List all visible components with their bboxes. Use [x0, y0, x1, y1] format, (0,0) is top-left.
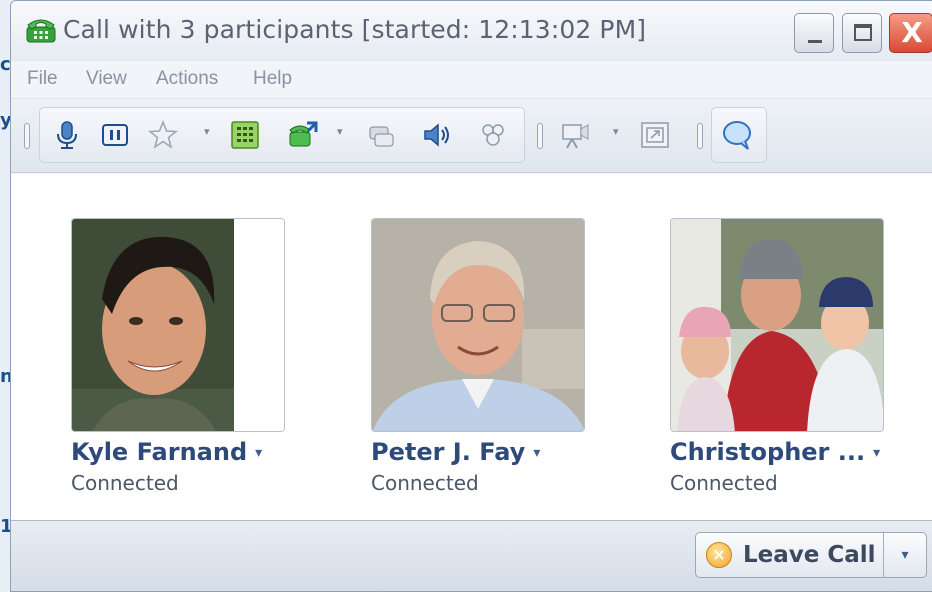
- add-participants-icon[interactable]: [477, 119, 509, 151]
- participant-avatar[interactable]: [670, 218, 884, 432]
- menu-view[interactable]: View: [86, 68, 127, 90]
- participant-card: Christopher ... ▾ Connected: [670, 218, 930, 495]
- participant-name: Peter J. Fay: [371, 438, 526, 466]
- avatar-photo: [372, 219, 584, 431]
- transfer-call-icon[interactable]: [287, 119, 319, 151]
- participant-card: Kyle Farnand ▾ Connected: [71, 218, 331, 495]
- participant-status: Connected: [371, 471, 479, 495]
- participant-dropdown-icon[interactable]: ▾: [255, 445, 262, 461]
- participant-avatar[interactable]: [371, 218, 585, 432]
- menu-file[interactable]: File: [27, 68, 58, 90]
- maximize-button[interactable]: [842, 13, 882, 53]
- close-icon: X: [901, 16, 923, 49]
- toolbar-grip[interactable]: [24, 123, 30, 149]
- speaker-volume-icon[interactable]: [421, 119, 453, 151]
- leave-call-button[interactable]: × Leave Call: [696, 533, 883, 577]
- participant-name-button[interactable]: Peter J. Fay ▾: [371, 438, 631, 466]
- fullscreen-icon[interactable]: [639, 119, 671, 151]
- leave-call-icon: ×: [706, 542, 732, 568]
- participant-name: Kyle Farnand: [71, 438, 248, 466]
- microphone-icon[interactable]: [51, 119, 83, 151]
- favorite-star-icon[interactable]: [147, 119, 179, 151]
- transfer-dropdown-icon[interactable]: ▾: [337, 125, 343, 138]
- leave-call-split-button: × Leave Call ▾: [695, 532, 927, 578]
- participant-name-button[interactable]: Christopher ... ▾: [670, 438, 930, 466]
- participant-card: Peter J. Fay ▾ Connected: [371, 218, 631, 495]
- menu-help[interactable]: Help: [253, 68, 292, 90]
- video-icon[interactable]: [559, 119, 591, 151]
- maximize-icon: [854, 24, 872, 41]
- toolbar: ▾ ▾ ▾: [11, 99, 932, 173]
- participant-dropdown-icon[interactable]: ▾: [533, 445, 540, 461]
- window-title: Call with 3 participants [started: 12:13…: [63, 15, 647, 44]
- minimize-icon: [808, 40, 822, 43]
- leave-call-dropdown-icon[interactable]: ▾: [884, 533, 926, 577]
- call-window: Call with 3 participants [started: 12:13…: [10, 0, 932, 592]
- participant-status: Connected: [670, 471, 778, 495]
- title-bar[interactable]: Call with 3 participants [started: 12:13…: [11, 1, 932, 61]
- hold-icon[interactable]: [99, 119, 131, 151]
- menu-actions[interactable]: Actions: [156, 68, 218, 90]
- leave-call-label: Leave Call: [743, 542, 876, 568]
- toolbar-grip[interactable]: [537, 123, 543, 149]
- video-dropdown-icon[interactable]: ▾: [613, 125, 619, 138]
- avatar-photo: [72, 219, 284, 431]
- participant-name-button[interactable]: Kyle Farnand ▾: [71, 438, 331, 466]
- avatar-photo: [671, 219, 883, 431]
- phone-icon: [26, 19, 56, 43]
- participant-dropdown-icon[interactable]: ▾: [873, 445, 880, 461]
- close-button[interactable]: X: [889, 13, 932, 53]
- minimize-button[interactable]: [794, 13, 834, 53]
- favorite-dropdown-icon[interactable]: ▾: [204, 125, 210, 138]
- dialpad-icon[interactable]: [229, 119, 261, 151]
- participant-status: Connected: [71, 471, 179, 495]
- participants-area: Kyle Farnand ▾ Connected Peter J. Fay ▾ Co: [11, 174, 932, 520]
- menu-bar: File View Actions Help: [11, 61, 932, 99]
- merge-calls-icon[interactable]: [365, 119, 397, 151]
- participant-name: Christopher ...: [670, 438, 866, 466]
- toolbar-grip[interactable]: [697, 123, 703, 149]
- chat-icon[interactable]: [721, 119, 753, 151]
- footer-bar: × Leave Call ▾: [11, 520, 932, 591]
- participant-avatar[interactable]: [71, 218, 285, 432]
